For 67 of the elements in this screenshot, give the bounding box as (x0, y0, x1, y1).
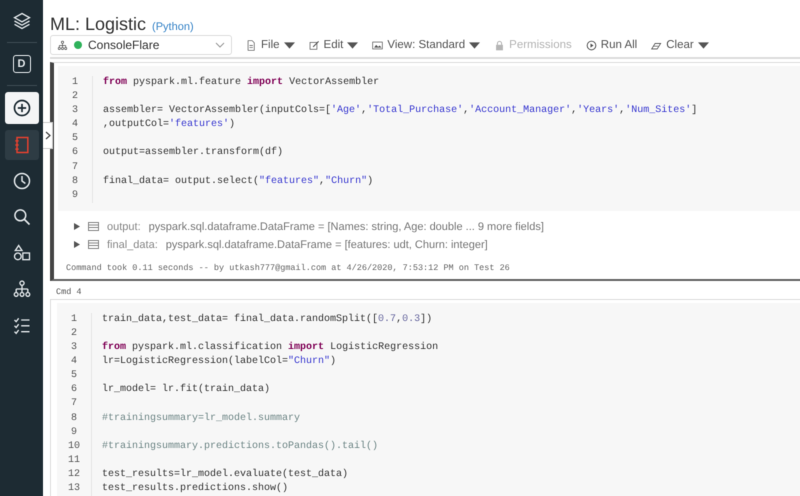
cluster-dropdown[interactable]: ConsoleFlare (50, 35, 232, 55)
expand-panel-button[interactable] (43, 122, 53, 149)
chevron-icon (215, 42, 225, 48)
line-number: 10 (66, 440, 81, 454)
code-line: test_results=lr_model.evaluate(test_data) (102, 468, 350, 482)
workspace-button[interactable]: D (4, 49, 38, 79)
code-line: test_results.predictions.show() (102, 482, 290, 496)
notebook-cell[interactable] (50, 62, 800, 281)
line-number: 6 (70, 146, 79, 160)
line-number: 2 (70, 326, 78, 341)
line-number: 9 (70, 426, 78, 440)
line-number: 11 (66, 454, 81, 468)
line-number: 12 (66, 468, 81, 482)
code-editor[interactable] (58, 66, 800, 211)
code-line: #trainingsummary=lr_model.summary (102, 412, 302, 426)
line-number: 5 (70, 369, 78, 384)
play-circle-icon (586, 40, 597, 50)
line-number: 7 (70, 160, 79, 175)
workspace-badge: D (12, 55, 30, 73)
code-line: from pyspark.ml.feature import VectorAssembler (103, 76, 380, 90)
line-number: 4 (70, 118, 79, 132)
expand-triangle-icon[interactable] (74, 241, 80, 248)
output-type: pyspark.sql.dataframe.DataFrame = [Names: string, Age: double ... 9 more fields] (148, 220, 544, 233)
toolbar-button[interactable]: File (246, 39, 295, 51)
output-type: pyspark.sql.dataframe.DataFrame = [features: udt, Churn: integer] (166, 238, 488, 251)
code-line: lr=LogisticRegression(labelCol="Churn") (102, 355, 338, 370)
toolbar-button[interactable]: Edit (308, 39, 358, 51)
code-line: final_data= output.select("features","Churn") (103, 174, 374, 189)
hierarchy-icon (57, 40, 68, 50)
line-number: 3 (70, 341, 78, 356)
lock-icon (494, 40, 506, 50)
code-line: #trainingsummary.predictions.toPandas().tail() (102, 440, 380, 454)
table-icon (88, 222, 99, 232)
table-icon (88, 240, 99, 250)
output-name: output: (107, 220, 141, 233)
image-icon (372, 40, 384, 50)
line-number: 13 (66, 482, 81, 496)
pencil-box-icon (308, 40, 320, 50)
toolbar-button[interactable]: Run All (586, 39, 638, 51)
code-line: lr_model= lr.fit(train_data) (102, 383, 272, 398)
chevron-icon (44, 131, 50, 140)
toolbar-button[interactable]: Clear (651, 39, 709, 51)
command-status: Command took 0.11 seconds -- by utkash777@gmail.com at 4/26/2020, 7:53:12 PM on Test 26 (65, 262, 511, 273)
line-number: 2 (70, 90, 79, 104)
line-number: 5 (70, 132, 79, 146)
line-number: 3 (70, 104, 79, 118)
code-line: train_data,test_data= final_data.randomSplit([0.7,0.3]) (102, 312, 434, 327)
line-number: 4 (70, 355, 78, 370)
output-name: final_data: (107, 238, 158, 251)
notebook-title: ML: Logistic (50, 14, 146, 35)
code-line: ,outputCol='features') (103, 118, 236, 132)
code-line: from pyspark.ml.classification import LogisticRegression (102, 341, 438, 356)
language-label: (Python) (152, 21, 194, 33)
line-number: 1 (70, 312, 78, 327)
code-line: assembler= VectorAssembler(inputCols=['Age','Total_Purchase','Account_Manager','Years','Num_Sites'] (103, 104, 698, 118)
line-number: 9 (70, 188, 79, 203)
expand-triangle-icon[interactable] (74, 223, 80, 230)
cell-label: Cmd 4 (55, 286, 83, 297)
line-number: 6 (70, 383, 78, 398)
line-number: 7 (70, 397, 78, 412)
toolbar-button[interactable]: View: Standard (372, 39, 480, 51)
code-line: output=assembler.transform(df) (103, 146, 284, 160)
line-number: 1 (70, 76, 79, 90)
notebook-icon[interactable] (4, 130, 38, 160)
line-number: 8 (70, 174, 79, 189)
line-number: 8 (70, 412, 78, 426)
file-icon (246, 40, 257, 50)
